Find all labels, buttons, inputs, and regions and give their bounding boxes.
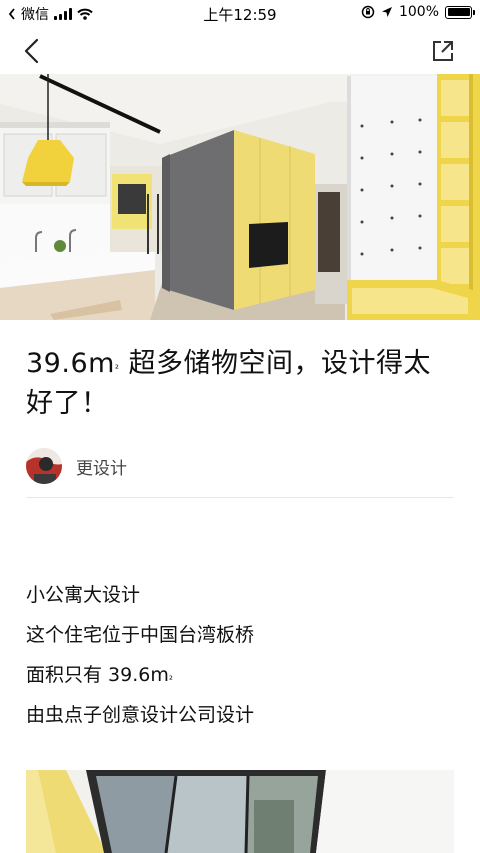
paragraph-2: 这个住宅位于中国台湾板桥 xyxy=(26,624,255,646)
paragraph-4: 由虫点子创意设计公司设计 xyxy=(26,704,255,726)
hero-image[interactable] xyxy=(0,74,480,320)
battery-icon xyxy=(445,5,475,19)
location-icon xyxy=(381,7,392,17)
nav-bar xyxy=(0,26,480,74)
paragraph-1: 小公寓大设计 xyxy=(26,584,141,606)
area-line: 面积只有 39.6m xyxy=(26,664,169,686)
rotation-lock-icon xyxy=(361,5,375,19)
author-name[interactable]: 更设计 xyxy=(76,454,127,479)
status-right: 100% xyxy=(361,4,475,20)
divider xyxy=(26,497,454,498)
author-row[interactable]: 更设计 xyxy=(26,446,127,486)
avatar[interactable] xyxy=(26,448,62,484)
title-area-sup: ² xyxy=(114,364,120,375)
battery-percent: 100% xyxy=(398,4,439,20)
article-image-2[interactable] xyxy=(26,770,454,853)
article-title: 39.6m² 超多储物空间，设计得太好了！ xyxy=(26,344,456,424)
share-external-icon[interactable] xyxy=(430,38,456,64)
chevron-left-icon[interactable] xyxy=(18,36,48,66)
article-body: 小公寓大设计 这个住宅位于中国台湾板桥 面积只有 39.6m² 由虫点子创意设计… xyxy=(26,575,456,735)
title-area: 39.6m xyxy=(26,348,115,379)
status-bar: 微信 上午12:59 100% xyxy=(0,0,480,26)
paragraph-3: 面积只有 39.6m² xyxy=(26,655,456,695)
area-line-sup: ² xyxy=(168,675,173,686)
